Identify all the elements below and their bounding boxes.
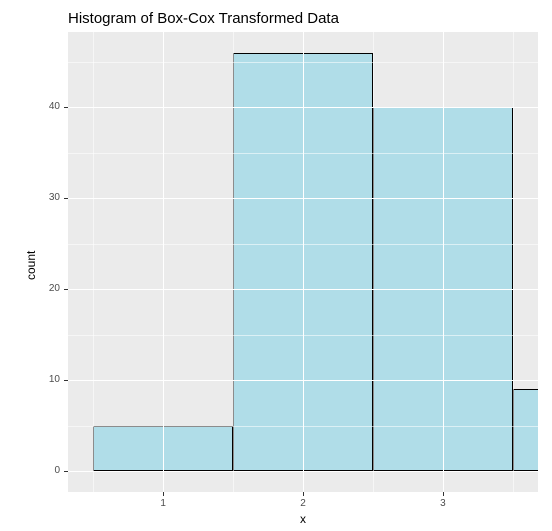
y-tick-label: 0 <box>0 465 60 476</box>
y-tick-mark <box>64 107 68 108</box>
gridline-v-minor <box>513 32 514 492</box>
y-tick-mark <box>64 380 68 381</box>
y-tick-label: 10 <box>0 374 60 385</box>
y-tick-label: 40 <box>0 101 60 112</box>
gridline-v <box>303 32 304 492</box>
x-tick-label: 2 <box>283 498 323 509</box>
x-tick-label: 1 <box>143 498 183 509</box>
chart-container: Histogram of Box-Cox Transformed Data co… <box>0 0 552 531</box>
chart-title: Histogram of Box-Cox Transformed Data <box>68 10 339 27</box>
x-tick-mark <box>443 492 444 496</box>
x-tick-mark <box>163 492 164 496</box>
y-axis-title: count <box>24 251 38 280</box>
histogram-bar <box>513 389 538 471</box>
gridline-v-minor <box>233 32 234 492</box>
x-axis-title: x <box>283 512 323 526</box>
y-tick-mark <box>64 198 68 199</box>
gridline-v-minor <box>373 32 374 492</box>
gridline-v <box>443 32 444 492</box>
y-tick-mark <box>64 471 68 472</box>
x-tick-label: 3 <box>423 498 463 509</box>
y-tick-mark <box>64 289 68 290</box>
y-tick-label: 30 <box>0 192 60 203</box>
y-tick-label: 20 <box>0 283 60 294</box>
x-tick-mark <box>303 492 304 496</box>
gridline-v <box>163 32 164 492</box>
plot-panel <box>68 32 538 492</box>
gridline-v-minor <box>93 32 94 492</box>
